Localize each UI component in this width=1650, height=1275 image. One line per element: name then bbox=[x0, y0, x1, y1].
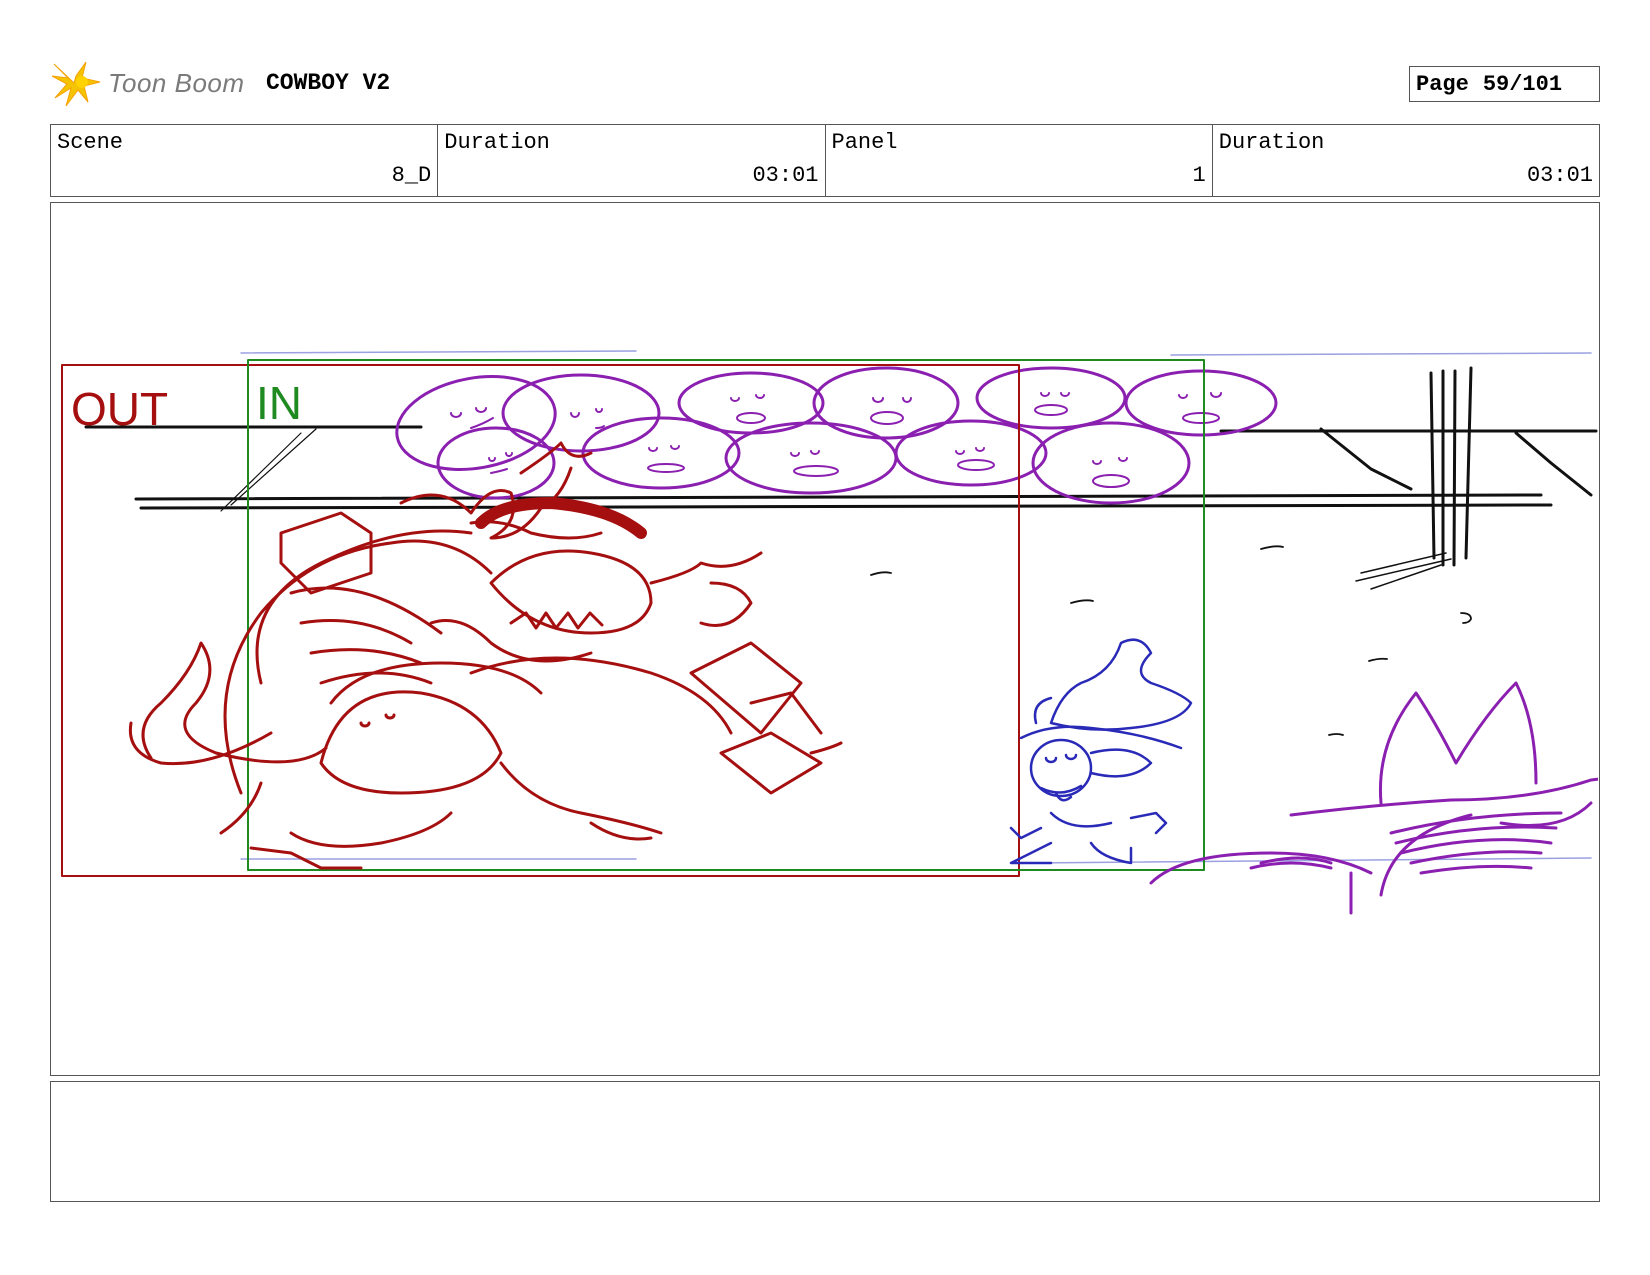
scene-duration-value: 03:01 bbox=[752, 163, 819, 188]
page-indicator: Page 59/101 bbox=[1409, 66, 1600, 102]
panel-cell: Panel 1 bbox=[826, 125, 1213, 196]
cowboy-hero-sketch bbox=[1009, 638, 1193, 865]
scene-info-bar: Scene 8_D Duration 03:01 Panel 1 Duratio… bbox=[50, 124, 1600, 197]
background-fence bbox=[84, 366, 1598, 590]
logo-text: Toon Boom bbox=[108, 68, 245, 98]
notes-area[interactable] bbox=[50, 1081, 1600, 1202]
starburst-icon bbox=[51, 61, 101, 107]
panel-label: Panel bbox=[831, 130, 898, 155]
panel-duration-label: Duration bbox=[1218, 130, 1325, 155]
storyboard-panel: OUT IN bbox=[50, 202, 1600, 1076]
panel-value: 1 bbox=[1192, 163, 1206, 188]
scene-duration-label: Duration bbox=[444, 130, 550, 155]
panel-sketch: OUT IN bbox=[61, 350, 1598, 915]
foreground-hat-sketch bbox=[1149, 681, 1598, 915]
page-number: 59/101 bbox=[1482, 71, 1563, 97]
guide-lines bbox=[240, 350, 1592, 864]
scene-duration-cell: Duration 03:01 bbox=[438, 125, 826, 196]
crowd-faces bbox=[395, 366, 1278, 505]
panel-duration-cell: Duration 03:01 bbox=[1213, 125, 1599, 196]
in-label: IN bbox=[256, 377, 302, 429]
out-label: OUT bbox=[71, 383, 168, 435]
scene-cell: Scene 8_D bbox=[51, 125, 439, 196]
project-title: COWBOY V2 bbox=[266, 70, 391, 96]
panel-duration-value: 03:01 bbox=[1526, 163, 1593, 188]
scene-label: Scene bbox=[57, 130, 124, 155]
scene-value: 8_D bbox=[391, 163, 432, 188]
page-label: Page bbox=[1416, 71, 1469, 97]
